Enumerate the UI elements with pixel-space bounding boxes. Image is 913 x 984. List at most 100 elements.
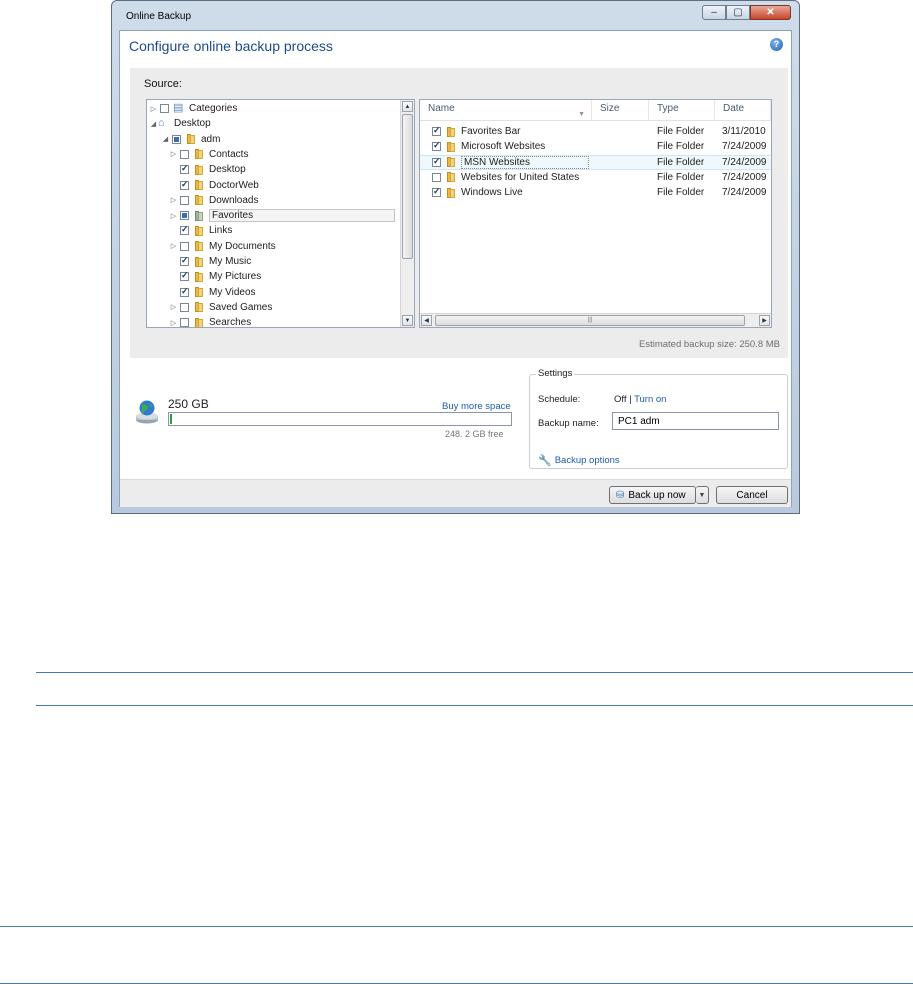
title-bar[interactable]: Online Backup – ▢ ✕ bbox=[112, 1, 799, 31]
tree-item-checkbox[interactable] bbox=[180, 149, 189, 159]
expand-arrow-icon[interactable]: ◢ bbox=[149, 120, 158, 128]
list-item-checkbox[interactable] bbox=[432, 156, 441, 167]
tree-scroll-thumb[interactable] bbox=[402, 114, 413, 259]
desktop-icon: ⌂ bbox=[158, 117, 165, 130]
maximize-icon: ▢ bbox=[733, 7, 743, 18]
tree-item-label: Downloads bbox=[209, 194, 259, 206]
close-button[interactable]: ✕ bbox=[750, 5, 791, 20]
column-date[interactable]: Date bbox=[715, 100, 771, 120]
cancel-button[interactable]: Cancel bbox=[716, 486, 788, 504]
scroll-up-arrow-icon[interactable]: ▲ bbox=[402, 101, 413, 112]
tree-item-checkbox[interactable] bbox=[180, 286, 189, 297]
tree-item[interactable]: My Music bbox=[169, 254, 251, 269]
list-item-type: File Folder bbox=[657, 126, 705, 137]
list-item-name-cell: Windows Live bbox=[430, 186, 523, 198]
expand-arrow-icon[interactable]: ▷ bbox=[169, 150, 178, 158]
column-name[interactable]: Name ▼ bbox=[420, 100, 592, 120]
tree-item-checkbox[interactable] bbox=[180, 163, 189, 175]
backup-options-link[interactable]: 🔧 Backup options bbox=[538, 454, 620, 467]
list-item[interactable]: Microsoft Websites File Folder 7/24/2009 bbox=[420, 139, 771, 154]
tree-item-label: My Videos bbox=[209, 286, 256, 298]
folder-icon bbox=[193, 164, 204, 175]
column-type[interactable]: Type bbox=[649, 100, 715, 120]
list-item[interactable]: Favorites Bar File Folder 3/11/2010 bbox=[420, 124, 771, 139]
list-item-name-cell: MSN Websites bbox=[430, 155, 589, 169]
tree-item[interactable]: ▷ My Documents bbox=[169, 239, 276, 254]
turn-on-link[interactable]: Turn on bbox=[634, 394, 666, 405]
storage-size: 250 GB bbox=[168, 397, 209, 411]
expand-arrow-icon[interactable]: ▷ bbox=[169, 303, 178, 311]
tree-item-label: Contacts bbox=[209, 148, 249, 160]
tree-item[interactable]: ▷ Contacts bbox=[169, 147, 249, 162]
tree-item[interactable]: ▷ Saved Games bbox=[169, 300, 273, 315]
close-icon: ✕ bbox=[766, 7, 775, 18]
scroll-down-arrow-icon[interactable]: ▼ bbox=[402, 315, 413, 326]
tree-item-checkbox[interactable] bbox=[180, 195, 189, 205]
backup-options-label: Backup options bbox=[554, 455, 620, 466]
tree-item[interactable]: ▷ ▤ Categories bbox=[149, 101, 238, 116]
tree-item-checkbox[interactable] bbox=[180, 302, 189, 312]
tree-item[interactable]: ◢ adm bbox=[161, 132, 221, 147]
help-icon[interactable]: ? bbox=[770, 38, 783, 51]
list-item-name-cell: Favorites Bar bbox=[430, 125, 520, 137]
column-size[interactable]: Size bbox=[592, 100, 649, 120]
tree-item-checkbox[interactable] bbox=[180, 255, 189, 266]
tree-vertical-scrollbar[interactable]: ▲ ▼ bbox=[400, 100, 414, 327]
list-item-checkbox[interactable] bbox=[432, 125, 441, 136]
tree-item-label: My Pictures bbox=[209, 271, 262, 283]
tree-item-checkbox[interactable] bbox=[160, 104, 169, 113]
back-up-now-button[interactable]: ⛁ Back up now bbox=[609, 486, 696, 504]
tree-item-label: Favorites bbox=[209, 209, 395, 223]
expand-arrow-icon[interactable]: ▷ bbox=[169, 196, 178, 204]
list-item-date: 7/24/2009 bbox=[722, 156, 767, 168]
list-horizontal-scrollbar[interactable]: ◀ ||| ▶ bbox=[420, 313, 771, 327]
backup-name-label: Backup name: bbox=[538, 418, 599, 429]
list-item-checkbox[interactable] bbox=[432, 140, 441, 152]
tree-item-checkbox[interactable] bbox=[180, 179, 189, 190]
expand-arrow-icon[interactable]: ▷ bbox=[169, 319, 178, 327]
maximize-button[interactable]: ▢ bbox=[726, 5, 750, 20]
expand-arrow-icon[interactable]: ◢ bbox=[161, 135, 170, 143]
buy-more-space-link[interactable]: Buy more space bbox=[442, 401, 511, 412]
column-date-label: Date bbox=[723, 103, 745, 114]
folder-icon bbox=[193, 287, 204, 298]
tree-item[interactable]: Desktop bbox=[169, 162, 246, 177]
tree-item-label: Desktop bbox=[174, 118, 211, 130]
expand-arrow-icon[interactable]: ▷ bbox=[169, 212, 178, 220]
list-item-checkbox[interactable] bbox=[432, 172, 441, 182]
tree-item-checkbox[interactable] bbox=[180, 241, 189, 251]
tree-item[interactable]: ▷ Favorites bbox=[169, 208, 395, 223]
scroll-left-arrow-icon[interactable]: ◀ bbox=[421, 315, 432, 326]
folder-icon bbox=[193, 180, 204, 190]
list-item[interactable]: Websites for United States File Folder 7/2… bbox=[420, 170, 771, 185]
back-up-now-dropdown-button[interactable]: ▼ bbox=[696, 486, 709, 504]
list-scroll-thumb[interactable]: ||| bbox=[435, 315, 745, 326]
page-title: Configure online backup process bbox=[129, 38, 333, 54]
tree-item[interactable]: My Videos bbox=[169, 285, 256, 300]
scroll-right-arrow-icon[interactable]: ▶ bbox=[759, 315, 770, 326]
list-item-date: 3/11/2010 bbox=[722, 126, 766, 137]
tree-item[interactable]: My Pictures bbox=[169, 269, 261, 284]
tree-item-checkbox[interactable] bbox=[180, 224, 189, 236]
folder-icon bbox=[193, 302, 204, 313]
tree-item[interactable]: DoctorWeb bbox=[169, 178, 259, 193]
tree-item[interactable]: ◢ ⌂ Desktop bbox=[149, 116, 211, 131]
list-item[interactable]: MSN Websites File Folder 7/24/2009 bbox=[420, 154, 771, 170]
backup-name-input[interactable] bbox=[612, 412, 779, 430]
minimize-button[interactable]: – bbox=[702, 5, 726, 20]
expand-arrow-icon[interactable]: ▷ bbox=[169, 242, 178, 250]
tree-item-checkbox[interactable] bbox=[172, 134, 181, 144]
tree-item[interactable]: Links bbox=[169, 223, 232, 238]
tree-item-checkbox[interactable] bbox=[180, 270, 189, 282]
tree-item-checkbox[interactable] bbox=[180, 318, 189, 327]
tree-item[interactable]: ▷ Downloads bbox=[169, 193, 259, 208]
list-item-checkbox[interactable] bbox=[432, 186, 441, 198]
tree-item[interactable]: ▷ Searches bbox=[169, 315, 251, 327]
wrench-icon: 🔧 bbox=[538, 455, 552, 467]
list-item-type: File Folder bbox=[657, 187, 705, 199]
expand-arrow-icon[interactable]: ▷ bbox=[149, 105, 158, 113]
minimize-icon: – bbox=[711, 7, 717, 18]
tree-item-checkbox[interactable] bbox=[180, 211, 189, 221]
list-item[interactable]: Windows Live File Folder 7/24/2009 bbox=[420, 185, 771, 200]
list-item-type: File Folder bbox=[657, 156, 705, 168]
